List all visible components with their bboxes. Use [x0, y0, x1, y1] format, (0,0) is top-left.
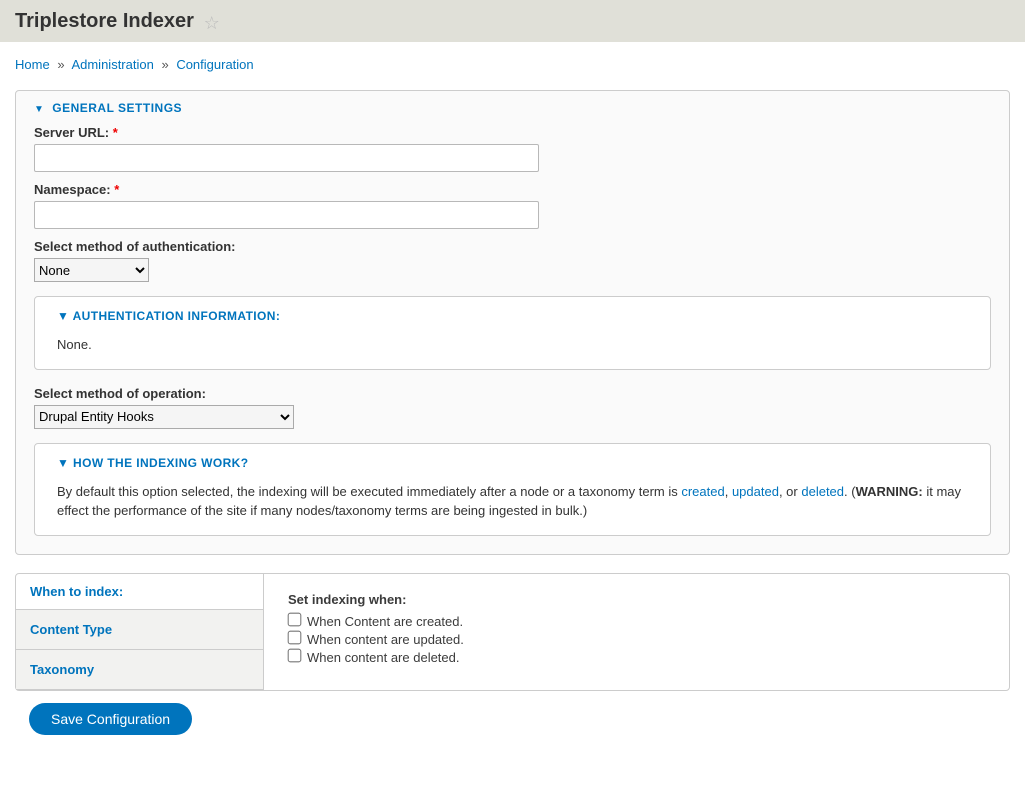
index-option-label: When content are updated. — [307, 632, 464, 647]
auth-method-select[interactable]: None — [34, 258, 149, 282]
tabs-header-label: When to index: — [16, 574, 263, 609]
namespace-input[interactable] — [34, 201, 539, 229]
link-created[interactable]: created — [681, 484, 724, 499]
server-url-input[interactable] — [34, 144, 539, 172]
how-works-panel: ▼ How the Indexing work? By default this… — [34, 443, 991, 536]
chevron-down-icon: ▼ — [57, 456, 69, 470]
auth-info-panel: ▼ Authentication Information: None. — [34, 296, 991, 370]
index-option-checkbox-0[interactable] — [288, 612, 302, 626]
breadcrumb-home[interactable]: Home — [15, 57, 50, 72]
tab-taxonomy[interactable]: Taxonomy — [16, 649, 263, 690]
index-option-label: When Content are created. — [307, 614, 463, 629]
breadcrumb-sep: » — [57, 57, 64, 72]
how-works-header[interactable]: ▼ How the Indexing work? — [35, 444, 990, 482]
server-url-label: Server URL: * — [34, 125, 991, 140]
index-option-checkbox-1[interactable] — [288, 630, 302, 644]
auth-info-legend: Authentication Information: — [73, 309, 281, 323]
auth-info-body: None. — [35, 335, 990, 369]
how-works-body: By default this option selected, the ind… — [35, 482, 990, 535]
tab-content-type[interactable]: Content Type — [16, 609, 263, 649]
page-title: Triplestore Indexer — [15, 10, 194, 33]
index-option-row: When Content are created. — [288, 613, 985, 629]
breadcrumb-admin[interactable]: Administration — [71, 57, 153, 72]
page-header: Triplestore Indexer ☆ — [0, 0, 1025, 42]
tabs-content: Set indexing when: When Content are crea… — [264, 574, 1009, 690]
star-icon[interactable]: ☆ — [204, 13, 220, 34]
link-updated[interactable]: updated — [732, 484, 779, 499]
index-option-label: When content are deleted. — [307, 650, 460, 665]
op-method-label: Select method of operation: — [34, 386, 991, 401]
index-option-row: When content are updated. — [288, 631, 985, 647]
auth-info-header[interactable]: ▼ Authentication Information: — [35, 297, 990, 335]
auth-method-label: Select method of authentication: — [34, 239, 991, 254]
general-settings-panel: ▼ General Settings Server URL: * Namespa… — [15, 90, 1010, 555]
breadcrumb-config[interactable]: Configuration — [176, 57, 253, 72]
chevron-down-icon: ▼ — [57, 309, 69, 323]
op-method-select[interactable]: Drupal Entity Hooks — [34, 405, 294, 429]
tabs-sidebar: When to index: Content TypeTaxonomy — [16, 574, 264, 690]
save-configuration-button[interactable]: Save Configuration — [29, 703, 192, 735]
set-indexing-heading: Set indexing when: — [288, 592, 985, 607]
when-to-index-panel: When to index: Content TypeTaxonomy Set … — [15, 573, 1010, 691]
index-option-checkbox-2[interactable] — [288, 648, 302, 662]
breadcrumb-sep: » — [161, 57, 168, 72]
namespace-label: Namespace: * — [34, 182, 991, 197]
general-settings-legend: General Settings — [52, 101, 182, 115]
breadcrumb: Home » Administration » Configuration — [15, 57, 1010, 72]
general-settings-header[interactable]: ▼ General Settings — [16, 91, 1009, 125]
chevron-down-icon: ▼ — [34, 104, 44, 115]
index-option-row: When content are deleted. — [288, 649, 985, 665]
link-deleted[interactable]: deleted — [801, 484, 844, 499]
how-works-legend: How the Indexing work? — [73, 456, 248, 470]
